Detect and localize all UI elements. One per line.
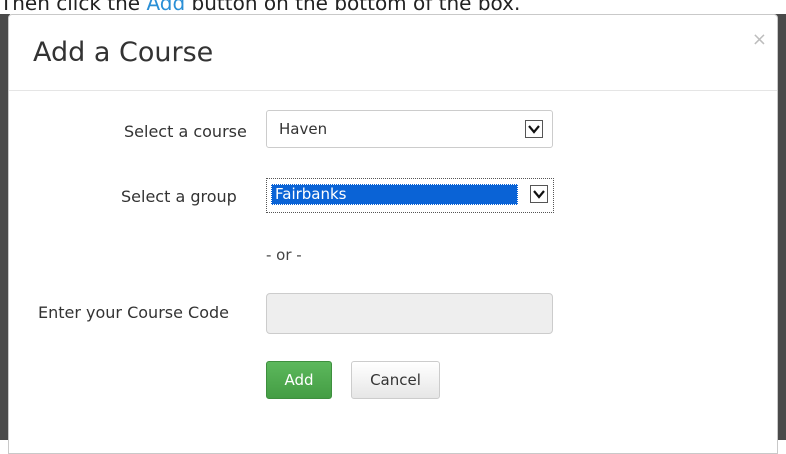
add-button[interactable]: Add: [266, 361, 332, 399]
or-separator: - or -: [266, 246, 302, 264]
modal-title: Add a Course: [33, 37, 214, 68]
chevron-down-icon-svg: [528, 125, 540, 134]
course-select-value: Haven: [279, 120, 328, 138]
instruction-suffix: button on the bottom of the box.: [185, 0, 521, 15]
modal-header: Add a Course ×: [9, 15, 777, 91]
instruction-text: Then click the Add button on the bottom …: [0, 0, 520, 15]
course-code-input[interactable]: [266, 293, 553, 334]
cancel-button[interactable]: Cancel: [351, 361, 440, 399]
instruction-add-link: Add: [146, 0, 186, 15]
course-label: Select a course: [124, 122, 247, 141]
add-course-modal: Add a Course × Select a course Haven Sel…: [8, 14, 778, 454]
chevron-down-icon[interactable]: [530, 185, 548, 203]
course-select[interactable]: Haven: [266, 110, 553, 148]
chevron-down-icon[interactable]: [525, 120, 543, 138]
group-select[interactable]: Fairbanks: [266, 178, 554, 213]
chevron-down-icon-svg: [533, 190, 545, 199]
course-code-label: Enter your Course Code: [38, 303, 229, 322]
group-select-value: Fairbanks: [275, 185, 347, 203]
close-icon[interactable]: ×: [752, 31, 767, 49]
instruction-prefix: Then click the: [0, 0, 147, 15]
group-label: Select a group: [121, 187, 237, 206]
